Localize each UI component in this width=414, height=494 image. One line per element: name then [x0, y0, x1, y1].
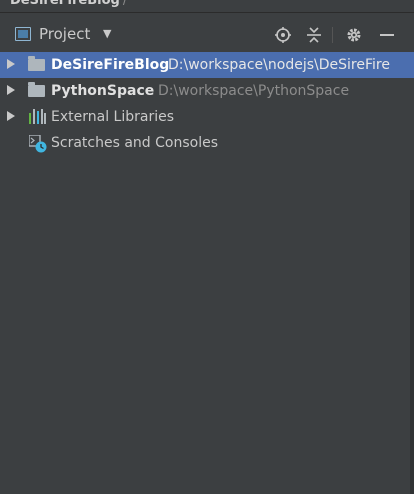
tree-item-name: DeSireFireBlog: [51, 57, 170, 73]
project-view-icon: [15, 27, 31, 41]
expand-arrow-icon[interactable]: [7, 111, 15, 121]
expand-arrow-icon[interactable]: [7, 85, 15, 95]
expand-arrow-icon[interactable]: [7, 59, 15, 69]
tree-item-desirefireblog[interactable]: DeSireFireBlog D:\workspace\nodejs\DeSir…: [0, 52, 414, 78]
collapse-all-icon[interactable]: [304, 25, 324, 45]
minimize-icon[interactable]: [377, 25, 397, 45]
library-icon: [29, 109, 46, 124]
breadcrumb-project[interactable]: DeSireFireBlog /: [10, 0, 127, 8]
editor-edge: [410, 190, 414, 494]
toolbar-separator: [332, 27, 333, 43]
tree-item-name: Scratches and Consoles: [51, 135, 218, 151]
tree-item-scratches[interactable]: Scratches and Consoles: [0, 130, 414, 156]
scratches-icon: [28, 134, 47, 153]
view-selector-label[interactable]: Project: [39, 25, 90, 43]
tree-item-pythonspace[interactable]: PythonSpace D:\workspace\PythonSpace: [0, 78, 414, 104]
project-toolbar: Project ▼: [3, 22, 414, 48]
gear-icon[interactable]: [344, 25, 364, 45]
folder-icon: [28, 82, 45, 97]
project-tool-window: Project ▼ DeSireFireBlog D:\workspace\no…: [0, 14, 414, 494]
tree-item-path: D:\workspace\nodejs\DeSireFire: [168, 57, 390, 73]
project-tree: DeSireFireBlog D:\workspace\nodejs\DeSir…: [0, 52, 414, 156]
locate-icon[interactable]: [273, 25, 293, 45]
divider: [0, 12, 414, 13]
tree-item-name: PythonSpace: [51, 83, 155, 99]
caret-down-icon[interactable]: ▼: [103, 27, 111, 40]
breadcrumb: DeSireFireBlog /: [0, 0, 414, 12]
tree-item-path: D:\workspace\PythonSpace: [158, 83, 350, 99]
folder-icon: [28, 56, 45, 71]
tree-item-external-libraries[interactable]: External Libraries: [0, 104, 414, 130]
breadcrumb-separator: /: [122, 0, 128, 8]
tree-item-name: External Libraries: [51, 109, 174, 125]
